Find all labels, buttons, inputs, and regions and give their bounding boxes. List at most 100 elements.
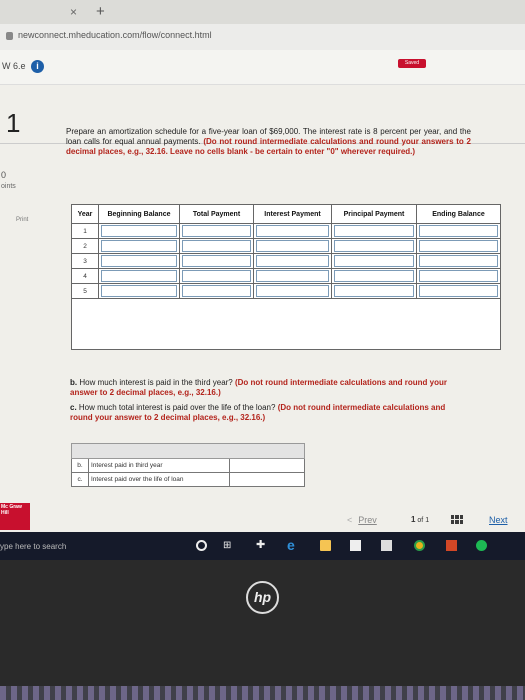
grid-icon[interactable] bbox=[451, 515, 463, 524]
principal-payment-input-box[interactable] bbox=[334, 255, 414, 267]
total-payment-input[interactable] bbox=[179, 268, 254, 284]
header-total-payment: Total Payment bbox=[179, 204, 254, 224]
total-payment-input[interactable] bbox=[179, 223, 254, 239]
interest-payment-input[interactable] bbox=[253, 268, 332, 284]
answer-b-label: Interest paid in third year bbox=[88, 458, 230, 473]
keyboard-edge bbox=[0, 686, 525, 700]
interest-payment-input-box[interactable] bbox=[256, 270, 329, 282]
points-value: 0 bbox=[1, 170, 7, 180]
beginning-balance-input-box[interactable] bbox=[101, 270, 177, 282]
new-tab-icon[interactable]: + bbox=[96, 3, 105, 20]
total-payment-input-box[interactable] bbox=[182, 240, 251, 252]
total-payment-input[interactable] bbox=[179, 283, 254, 299]
principal-payment-input-box[interactable] bbox=[334, 285, 414, 297]
ending-balance-input[interactable] bbox=[416, 268, 501, 284]
mail-icon[interactable] bbox=[381, 540, 392, 551]
total-payment-input-box[interactable] bbox=[182, 255, 251, 267]
beginning-balance-input-box[interactable] bbox=[101, 285, 177, 297]
interest-payment-input-box[interactable] bbox=[256, 240, 329, 252]
table-header-row: Year Beginning Balance Total Payment Int… bbox=[71, 204, 501, 224]
address-bar[interactable]: newconnect.mheducation.com/flow/connect.… bbox=[0, 24, 525, 51]
tab-close-icon[interactable]: × bbox=[70, 5, 77, 19]
year-cell: 2 bbox=[71, 238, 99, 254]
table-row: 5 bbox=[71, 283, 501, 299]
interest-payment-input[interactable] bbox=[253, 283, 332, 299]
table-row: 1 bbox=[71, 223, 501, 239]
prev-button[interactable]: < Prev bbox=[347, 515, 377, 525]
print-link[interactable]: Print bbox=[16, 217, 28, 223]
task-view-icon[interactable]: ⊞ bbox=[223, 540, 234, 551]
total-payment-input[interactable] bbox=[179, 238, 254, 254]
answer-b-input[interactable] bbox=[229, 458, 305, 473]
principal-payment-input-box[interactable] bbox=[334, 225, 414, 237]
answer-header-bar bbox=[71, 443, 305, 459]
interest-payment-input[interactable] bbox=[253, 253, 332, 269]
hp-logo: hp bbox=[246, 581, 279, 614]
store-icon[interactable] bbox=[350, 540, 361, 551]
next-button[interactable]: Next bbox=[489, 515, 508, 525]
principal-payment-input[interactable] bbox=[331, 268, 417, 284]
answer-row-b: b. Interest paid in third year bbox=[71, 458, 305, 473]
info-icon[interactable]: i bbox=[31, 60, 44, 73]
principal-payment-input[interactable] bbox=[331, 253, 417, 269]
pin-icon[interactable]: ✚ bbox=[256, 540, 267, 551]
answer-c-label: Interest paid over the life of loan bbox=[88, 472, 230, 487]
table-spacer-cell bbox=[71, 298, 501, 350]
interest-payment-input-box[interactable] bbox=[256, 285, 329, 297]
ending-balance-input-box[interactable] bbox=[419, 225, 498, 237]
question-b: b. How much interest is paid in the thir… bbox=[70, 378, 470, 398]
principal-payment-input[interactable] bbox=[331, 223, 417, 239]
page-of: of 1 bbox=[417, 517, 430, 524]
principal-payment-input[interactable] bbox=[331, 238, 417, 254]
principal-payment-input[interactable] bbox=[331, 283, 417, 299]
beginning-balance-input-box[interactable] bbox=[101, 225, 177, 237]
chevron-left-icon: < bbox=[347, 515, 353, 525]
beginning-balance-input[interactable] bbox=[98, 253, 180, 269]
chrome-icon[interactable] bbox=[414, 540, 425, 551]
beginning-balance-input-box[interactable] bbox=[101, 240, 177, 252]
ending-balance-input[interactable] bbox=[416, 253, 501, 269]
answer-header-row bbox=[71, 443, 305, 459]
spotify-icon[interactable] bbox=[476, 540, 487, 551]
ending-balance-input-box[interactable] bbox=[419, 270, 498, 282]
interest-payment-input-box[interactable] bbox=[256, 255, 329, 267]
ending-balance-input-box[interactable] bbox=[419, 255, 498, 267]
principal-payment-input-box[interactable] bbox=[334, 240, 414, 252]
answer-table: b. Interest paid in third year c. Intere… bbox=[71, 443, 305, 487]
ending-balance-input[interactable] bbox=[416, 283, 501, 299]
total-payment-input-box[interactable] bbox=[182, 270, 251, 282]
prev-label: Prev bbox=[358, 515, 377, 525]
principal-payment-input-box[interactable] bbox=[334, 270, 414, 282]
lock-icon bbox=[6, 32, 13, 40]
edge-browser-icon[interactable]: e bbox=[287, 538, 298, 552]
interest-payment-input[interactable] bbox=[253, 238, 332, 254]
ending-balance-input[interactable] bbox=[416, 238, 501, 254]
year-cell: 3 bbox=[71, 253, 99, 269]
total-payment-input-box[interactable] bbox=[182, 285, 251, 297]
interest-payment-input-box[interactable] bbox=[256, 225, 329, 237]
year-cell: 1 bbox=[71, 223, 99, 239]
year-cell: 5 bbox=[71, 283, 99, 299]
assignment-header: W 6.e i bbox=[0, 50, 525, 85]
beginning-balance-input[interactable] bbox=[98, 238, 180, 254]
page-current: 1 bbox=[411, 515, 416, 524]
question-b-label: b. bbox=[70, 378, 78, 387]
answer-c-input[interactable] bbox=[229, 472, 305, 487]
file-explorer-icon[interactable] bbox=[320, 540, 331, 551]
ending-balance-input[interactable] bbox=[416, 223, 501, 239]
total-payment-input-box[interactable] bbox=[182, 225, 251, 237]
beginning-balance-input[interactable] bbox=[98, 268, 180, 284]
table-row: 2 bbox=[71, 238, 501, 254]
ending-balance-input-box[interactable] bbox=[419, 240, 498, 252]
ending-balance-input-box[interactable] bbox=[419, 285, 498, 297]
total-payment-input[interactable] bbox=[179, 253, 254, 269]
beginning-balance-input[interactable] bbox=[98, 283, 180, 299]
beginning-balance-input[interactable] bbox=[98, 223, 180, 239]
beginning-balance-input-box[interactable] bbox=[101, 255, 177, 267]
cortana-icon[interactable] bbox=[196, 540, 207, 551]
answer-row-c: c. Interest paid over the life of loan bbox=[71, 472, 305, 487]
url-text[interactable]: newconnect.mheducation.com/flow/connect.… bbox=[18, 30, 212, 40]
taskbar-search[interactable]: ype here to search bbox=[0, 542, 66, 551]
office-icon[interactable] bbox=[446, 540, 457, 551]
interest-payment-input[interactable] bbox=[253, 223, 332, 239]
